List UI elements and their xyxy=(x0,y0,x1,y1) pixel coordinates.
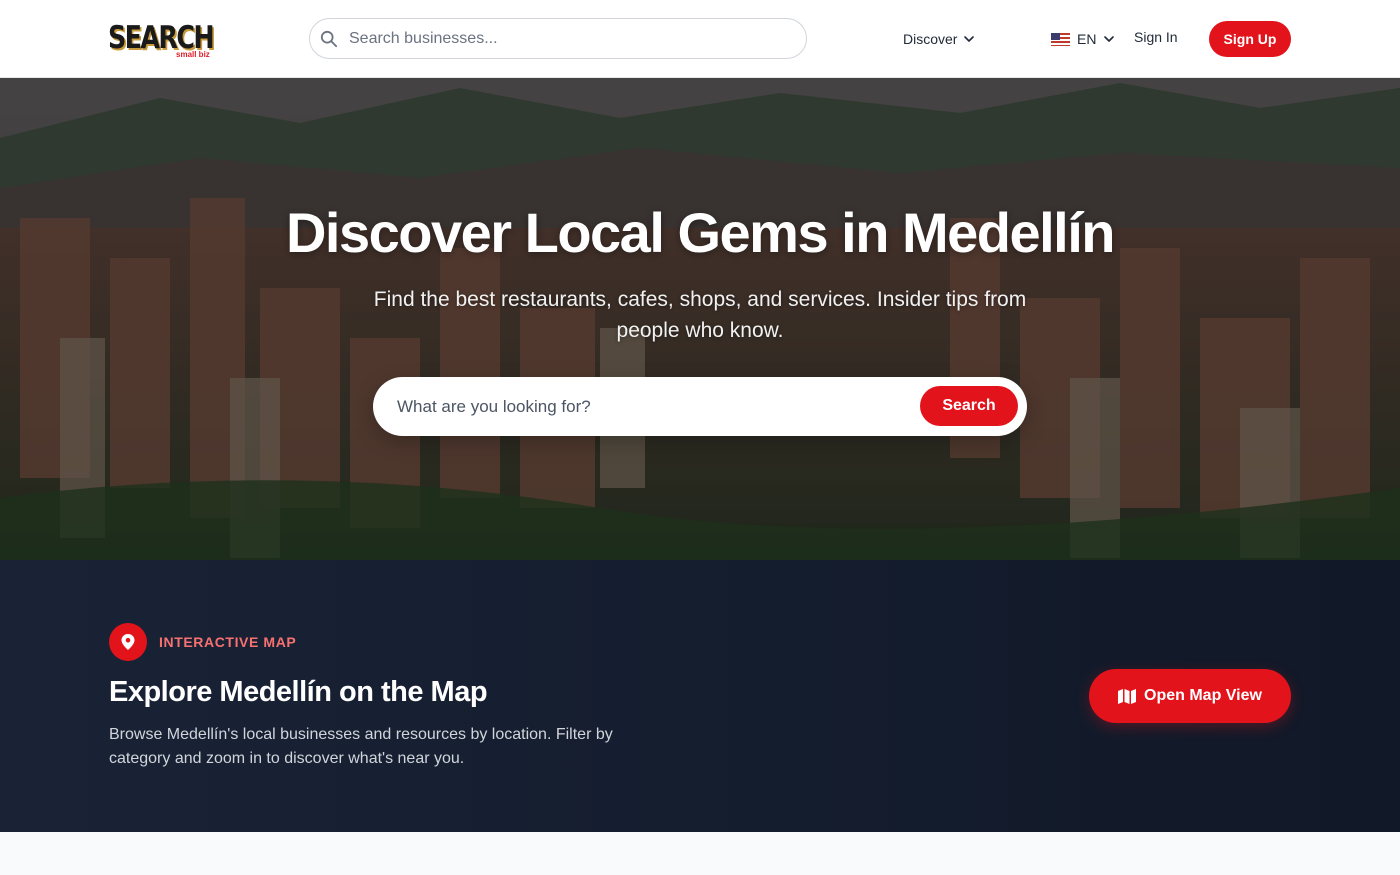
hero-search-button[interactable]: Search xyxy=(920,386,1018,426)
open-map-view-button[interactable]: Open Map View xyxy=(1089,669,1291,723)
map-section-description: Browse Medellín's local businesses and r… xyxy=(109,726,613,767)
nav-discover-dropdown[interactable]: Discover xyxy=(903,29,975,49)
logo-tagline: small biz xyxy=(176,50,210,59)
hero-search-input[interactable] xyxy=(397,377,917,436)
language-selector[interactable]: EN xyxy=(1051,29,1115,49)
nav-discover-label: Discover xyxy=(903,31,958,47)
hero-section: Discover Local Gems in Medellín Find the… xyxy=(0,78,1400,560)
search-icon xyxy=(320,30,338,48)
map-pin-badge xyxy=(109,623,147,661)
map-section-eyebrow: INTERACTIVE MAP xyxy=(159,634,297,650)
map-section: INTERACTIVE MAP Explore Medellín on the … xyxy=(0,560,1400,832)
chevron-down-icon xyxy=(1104,36,1115,42)
us-flag-icon xyxy=(1051,32,1070,46)
hero-title: Discover Local Gems in Medellín xyxy=(285,201,1116,264)
sign-in-link[interactable]: Sign In xyxy=(1134,29,1178,45)
chevron-down-icon xyxy=(964,36,975,42)
site-header: SEARCH small biz Discover EN Sign In Sig… xyxy=(0,0,1400,78)
language-label: EN xyxy=(1077,31,1097,47)
header-search-bar xyxy=(309,18,807,59)
site-logo[interactable]: SEARCH small biz xyxy=(108,14,216,62)
map-section-title: Explore Medellín on the Map xyxy=(109,676,488,708)
header-search-input[interactable] xyxy=(349,19,789,58)
next-section-top xyxy=(0,832,1400,875)
hero-search-bar: Search xyxy=(373,377,1027,436)
sign-up-button[interactable]: Sign Up xyxy=(1209,21,1291,57)
open-map-view-label: Open Map View xyxy=(1144,687,1262,704)
map-icon xyxy=(1118,688,1137,704)
hero-subtitle: Find the best restaurants, cafes, shops,… xyxy=(373,288,1027,342)
map-pin-icon xyxy=(121,634,135,650)
